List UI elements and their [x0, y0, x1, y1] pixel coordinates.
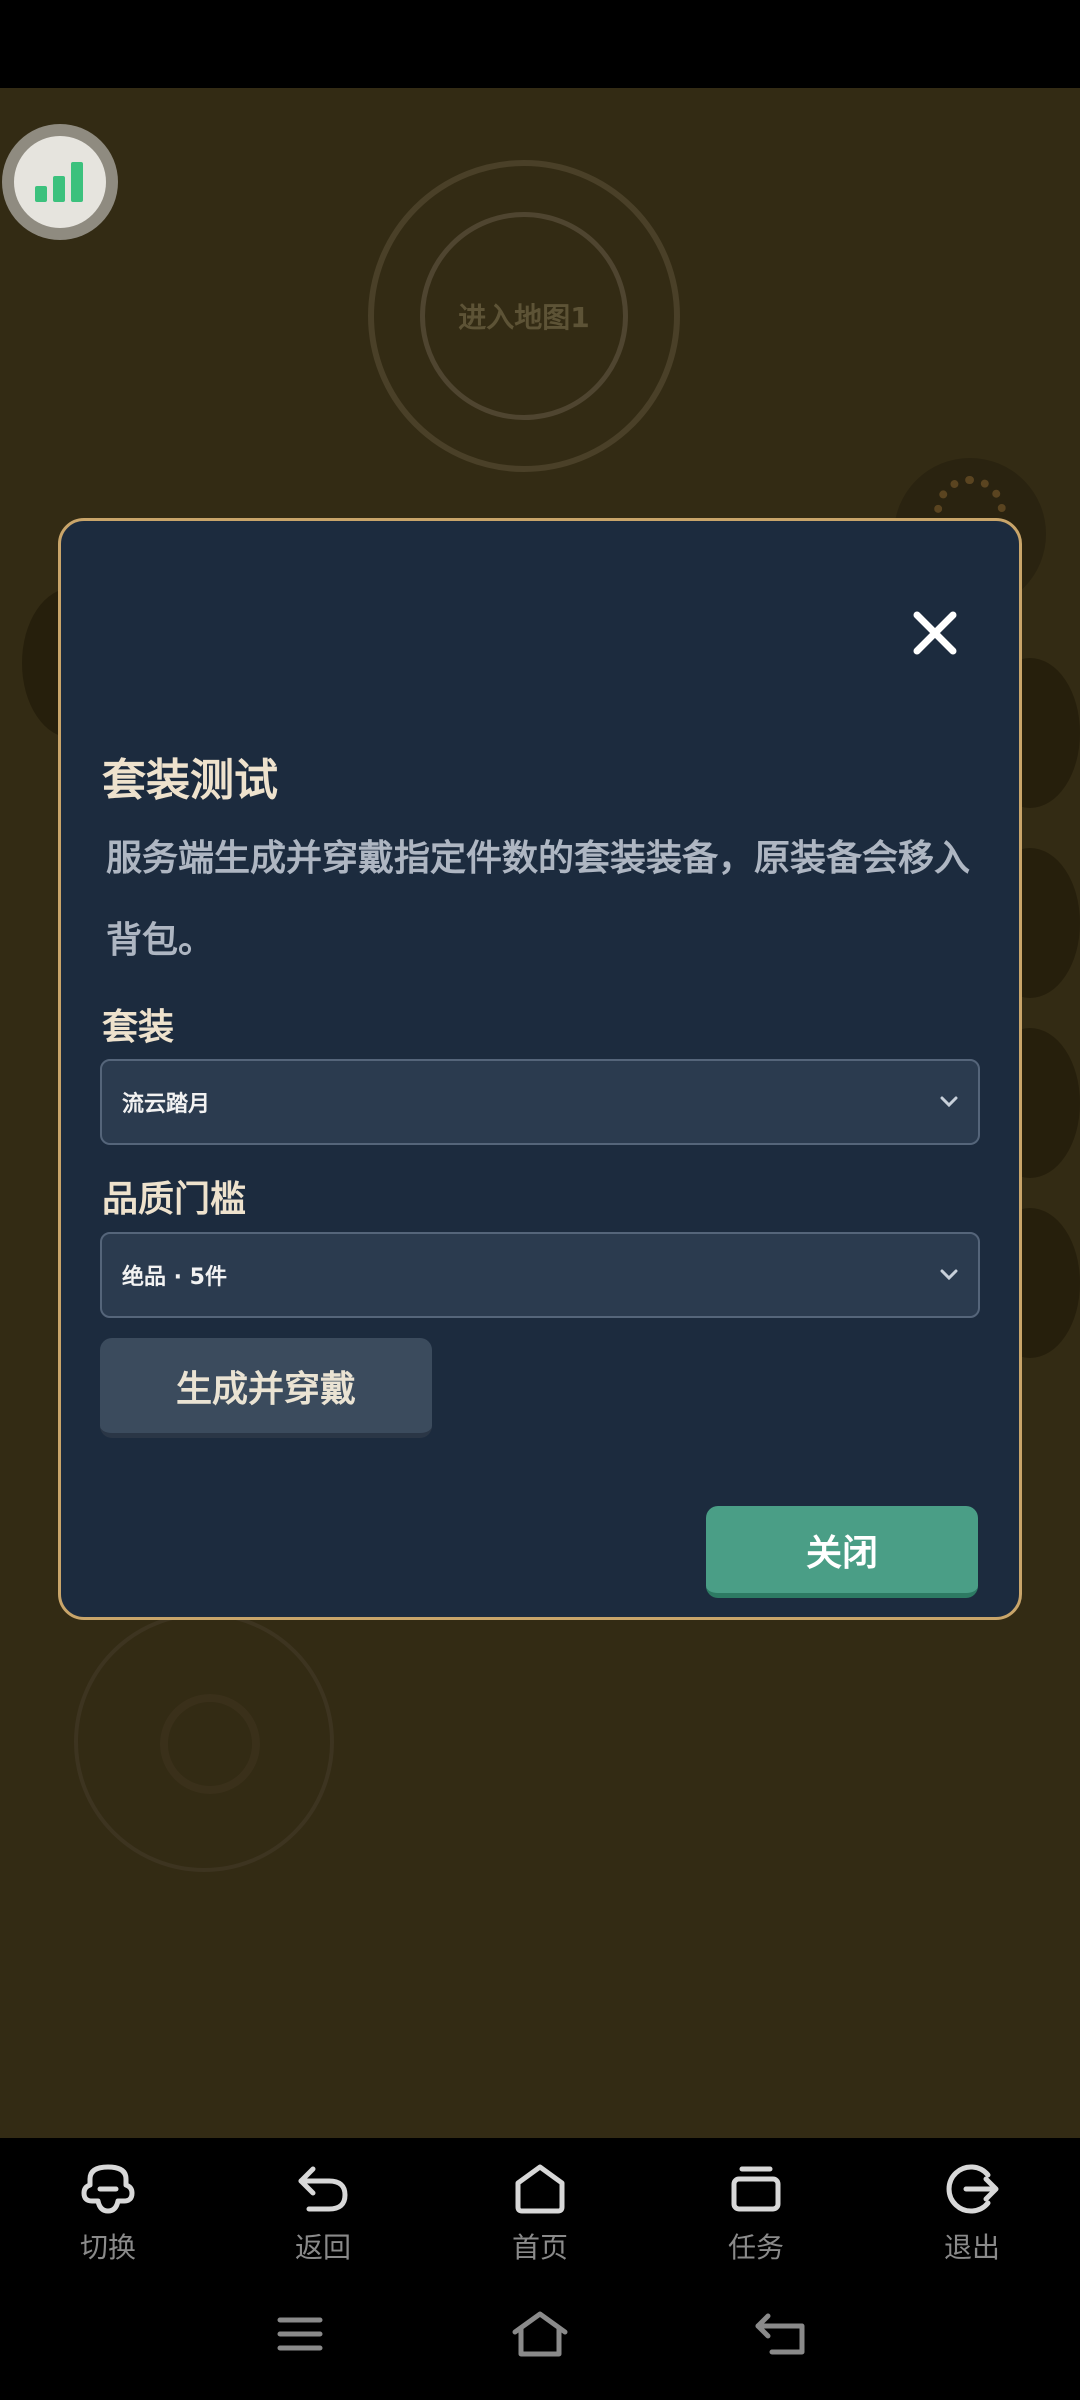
joystick-knob[interactable] [160, 1694, 260, 1794]
suit-label: 套装 [102, 1007, 175, 1048]
nav-switch-label: 切换 [79, 2231, 136, 2264]
status-bar [0, 0, 1080, 88]
dialog-description: 服务端生成并穿戴指定件数的套装装备，原装备会移入背包。 [106, 838, 971, 961]
undo-icon [292, 2158, 354, 2220]
back-icon[interactable] [750, 2306, 810, 2362]
home-outline-icon[interactable] [510, 2306, 570, 2362]
close-icon[interactable] [900, 598, 970, 668]
nav-back-label: 返回 [294, 2231, 351, 2264]
nav-home[interactable]: 首页 [470, 2158, 610, 2268]
nav-back[interactable]: 返回 [253, 2158, 393, 2268]
bar-chart-icon [35, 162, 83, 202]
switch-icon [77, 2158, 139, 2220]
nav-home-label: 首页 [511, 2231, 568, 2264]
nav-exit[interactable]: 退出 [902, 2158, 1042, 2268]
map-entry-button[interactable]: 进入地图1 [420, 212, 628, 420]
tasks-icon [725, 2158, 787, 2220]
quality-label: 品质门槛 [102, 1179, 247, 1220]
nav-tasks-label: 任务 [727, 2231, 784, 2264]
dialog-title: 套装测试 [102, 755, 278, 806]
nav-exit-label: 退出 [943, 2231, 1000, 2264]
menu-icon[interactable] [270, 2306, 330, 2362]
home-icon [509, 2158, 571, 2220]
quality-select-value: 绝品 · 5件 [122, 1265, 227, 1290]
suit-select[interactable]: 流云踏月 [100, 1059, 980, 1145]
stats-button[interactable] [2, 124, 118, 240]
quality-select[interactable]: 绝品 · 5件 [100, 1232, 980, 1318]
nav-tasks[interactable]: 任务 [686, 2158, 826, 2268]
close-button[interactable]: 关闭 [706, 1506, 978, 1598]
chevron-down-icon [940, 1096, 958, 1108]
generate-and-equip-button[interactable]: 生成并穿戴 [100, 1338, 432, 1438]
suit-select-value: 流云踏月 [122, 1092, 211, 1117]
exit-icon [941, 2158, 1003, 2220]
chevron-down-icon [940, 1269, 958, 1281]
nav-switch[interactable]: 切换 [38, 2158, 178, 2268]
map-entry-label: 进入地图1 [458, 301, 590, 334]
